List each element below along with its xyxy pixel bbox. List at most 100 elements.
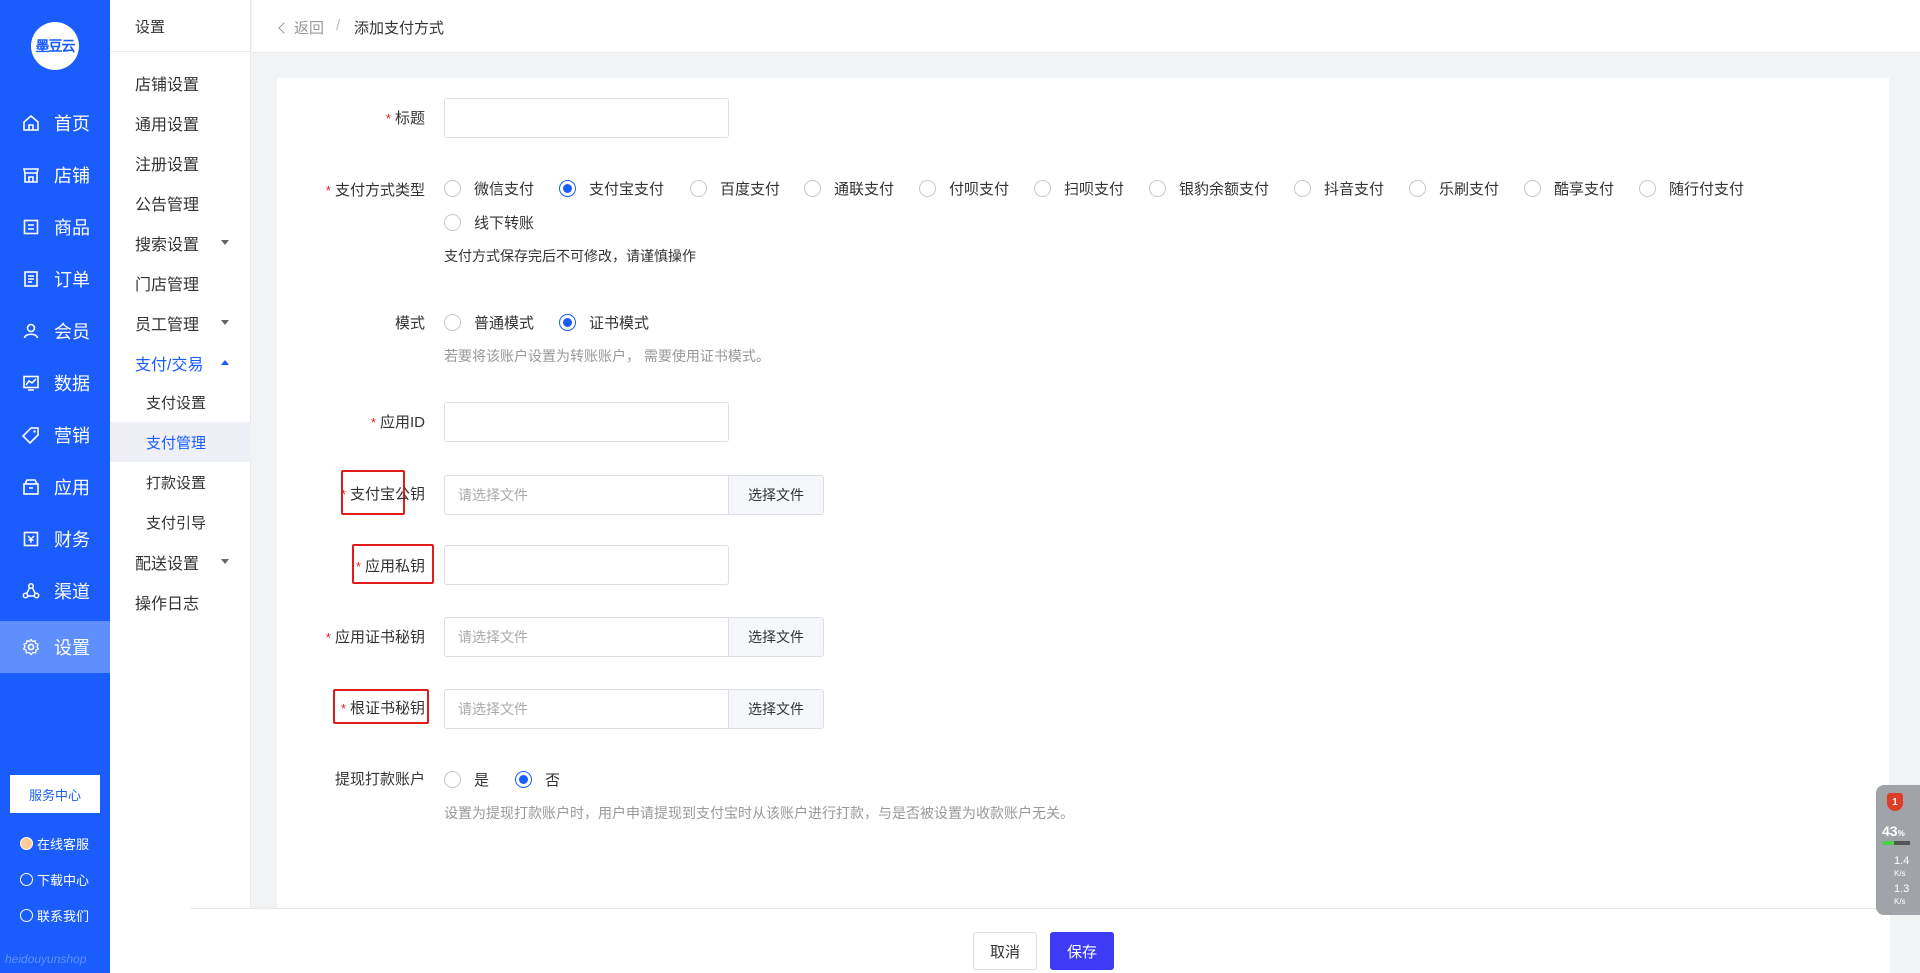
sub-item-payment-manage[interactable]: 支付管理 [110,422,251,462]
nav-item-settings[interactable]: 设置 [0,621,110,673]
radio-suixingfu-pay[interactable]: 随行付支付 [1639,178,1744,199]
chevron-left-icon [278,21,290,34]
title-label: * 标题 [385,110,425,127]
radio-baidu-pay[interactable]: 百度支付 [690,178,780,199]
store-icon [20,164,42,186]
pay-type-label: * 支付方式类型 [325,182,425,199]
nav-item-member[interactable]: 会员 [0,305,110,357]
radio-douyin-pay[interactable]: 抖音支付 [1294,178,1384,199]
nav-label: 财务 [54,530,90,550]
shield-icon: 1 [1887,793,1903,811]
nav-label: 首页 [54,114,90,134]
sub-item-notice[interactable]: 公告管理 [110,183,251,223]
chart-icon [20,372,42,394]
system-monitor-widget[interactable]: 1 43% 1.4 K/s 1.3 K/s [1876,785,1920,915]
sub-item-store-settings[interactable]: 店铺设置 [110,63,251,103]
sub-item-staff[interactable]: 员工管理 [110,303,251,343]
nav-item-home[interactable]: 首页 [0,97,110,149]
chevron-down-icon [221,240,229,245]
root-cert-file[interactable]: 请选择文件 选择文件 [444,689,824,729]
sub-item-register-settings[interactable]: 注册设置 [110,143,251,183]
nav-label: 渠道 [54,582,90,602]
radio-withdraw-yes[interactable]: 是 [444,769,489,790]
brand-logo[interactable]: 墨豆云 [31,22,79,70]
back-button[interactable]: 返回 [278,17,324,38]
page-header: 返回 / 添加支付方式 [252,0,1920,53]
sub-item-payment-settings[interactable]: 支付设置 [110,382,251,422]
radio-dot [1294,180,1311,197]
gear-icon [20,636,42,658]
radio-dot [804,180,821,197]
nav-label: 营销 [54,426,90,446]
download-speed: 1.3 [1894,883,1910,895]
radio-tonglian-pay[interactable]: 通联支付 [804,178,894,199]
cpu-bar [1882,841,1910,845]
nav-item-marketing[interactable]: 营销 [0,409,110,461]
sub-item-search-settings[interactable]: 搜索设置 [110,223,251,263]
sub-item-general-settings[interactable]: 通用设置 [110,103,251,143]
goods-icon [20,216,42,238]
withdraw-label: 提现打款账户 [334,771,425,788]
radio-fubei-pay[interactable]: 付呗支付 [919,178,1009,199]
title-input[interactable] [444,98,729,138]
home-icon [20,112,42,134]
nav-item-app[interactable]: 应用 [0,461,110,513]
radio-dot [1639,180,1656,197]
choose-file-button[interactable]: 选择文件 [728,476,823,514]
app-id-label: * 应用ID [370,414,425,431]
radio-wechat-pay[interactable]: 微信支付 [444,178,534,199]
nav-item-goods[interactable]: 商品 [0,201,110,253]
brand-watermark: heidouyunshop [5,952,87,966]
radio-cert-mode[interactable]: 证书模式 [559,312,649,333]
app-cert-label: * 应用证书秘钥 [325,629,425,646]
chat-icon [20,909,33,922]
chevron-up-icon [221,360,229,365]
nav-item-order[interactable]: 订单 [0,253,110,305]
radio-dot [1149,180,1166,197]
nav-item-store[interactable]: 店铺 [0,149,110,201]
sub-item-store-manage[interactable]: 门店管理 [110,263,251,303]
app-id-input[interactable] [444,402,729,442]
online-service-link[interactable]: 在线客服 [20,834,89,853]
radio-dot [1034,180,1051,197]
radio-normal-mode[interactable]: 普通模式 [444,312,534,333]
nav-item-channel[interactable]: 渠道 [0,565,110,617]
radio-kuxiang-pay[interactable]: 酷享支付 [1524,178,1614,199]
action-bar [190,908,1890,973]
nav-item-data[interactable]: 数据 [0,357,110,409]
radio-dot [515,771,532,788]
app-cert-file[interactable]: 请选择文件 选择文件 [444,617,824,657]
radio-dot [444,180,461,197]
sub-item-log[interactable]: 操作日志 [110,582,251,622]
radio-leshua-pay[interactable]: 乐刷支付 [1409,178,1499,199]
radio-saobei-pay[interactable]: 扫呗支付 [1034,178,1124,199]
chevron-down-icon [221,559,229,564]
radio-withdraw-no[interactable]: 否 [515,769,560,790]
app-privkey-input[interactable] [444,545,729,585]
cancel-button[interactable]: 取消 [973,932,1037,970]
choose-file-button[interactable]: 选择文件 [728,618,823,656]
radio-offline-transfer[interactable]: 线下转账 [444,212,534,233]
sub-item-transfer-settings[interactable]: 打款设置 [110,462,251,502]
cpu-usage: 43% [1882,823,1905,839]
radio-dot [559,180,576,197]
alipay-pubkey-file[interactable]: 请选择文件 选择文件 [444,475,824,515]
contact-us-link[interactable]: 联系我们 [20,906,89,925]
sub-item-payment-guide[interactable]: 支付引导 [110,502,251,542]
sub-item-delivery[interactable]: 配送设置 [110,542,251,582]
mode-hint: 若要将该账户设置为转账账户， 需要使用证书模式。 [444,348,770,364]
download-center-link[interactable]: 下载中心 [20,870,89,889]
save-button[interactable]: 保存 [1050,932,1114,970]
nav-label: 应用 [54,478,90,498]
radio-yinbao-pay[interactable]: 银豹余额支付 [1149,178,1269,199]
mode-label: 模式 [394,315,425,332]
member-icon [20,320,42,342]
sub-item-payment[interactable]: 支付/交易 [110,343,251,383]
order-icon [20,268,42,290]
tag-icon [20,424,42,446]
nav-item-finance[interactable]: 财务 [0,513,110,565]
choose-file-button[interactable]: 选择文件 [728,690,823,728]
service-center-button[interactable]: 服务中心 [10,775,100,813]
radio-alipay[interactable]: 支付宝支付 [559,178,664,199]
app-icon [20,476,42,498]
